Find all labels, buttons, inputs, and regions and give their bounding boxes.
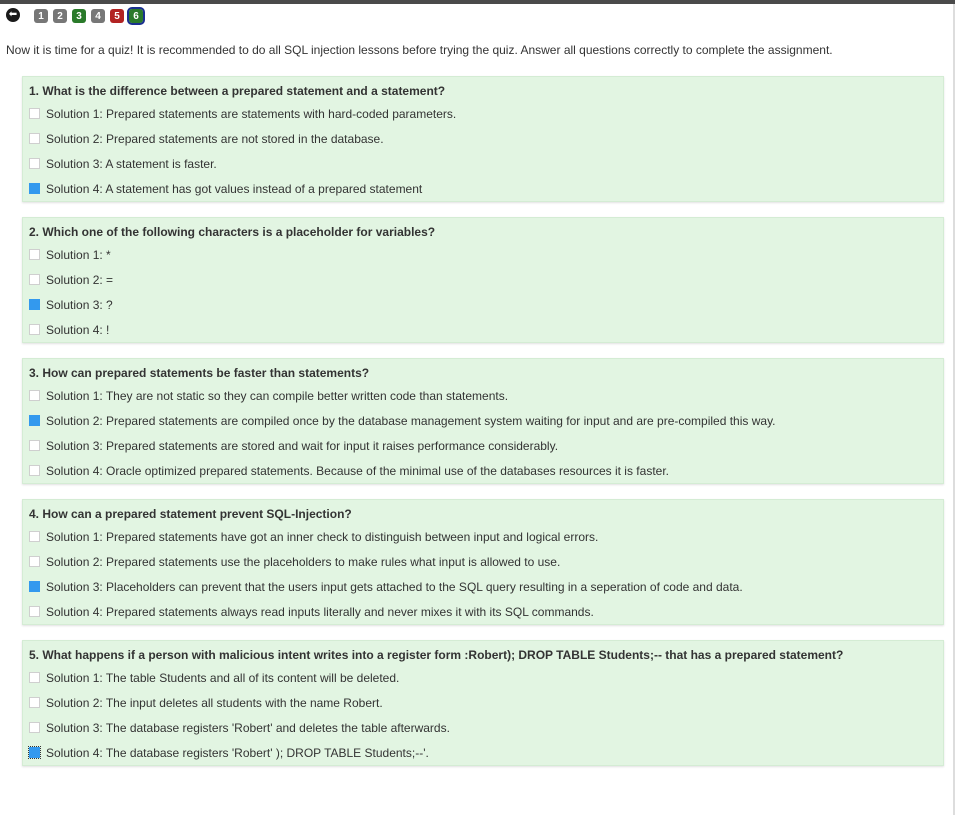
answer-option[interactable]: Solution 1: The table Students and all o… xyxy=(29,665,937,690)
quiz-form: 1. What is the difference between a prep… xyxy=(22,76,944,781)
answer-option[interactable]: Solution 3: ? xyxy=(29,292,937,317)
answer-label: Solution 3: ? xyxy=(46,297,113,312)
back-arrow-icon[interactable]: ⬅ xyxy=(6,8,20,22)
answer-option[interactable]: Solution 1: They are not static so they … xyxy=(29,383,937,408)
answer-label: Solution 2: Prepared statements use the … xyxy=(46,554,561,569)
answer-checkbox[interactable] xyxy=(29,324,40,335)
question-1: 1. What is the difference between a prep… xyxy=(22,76,944,202)
answer-label: Solution 1: Prepared statements have got… xyxy=(46,529,599,544)
answer-option[interactable]: Solution 3: Prepared statements are stor… xyxy=(29,433,937,458)
answer-label: Solution 4: The database registers 'Robe… xyxy=(46,745,429,760)
answer-option[interactable]: Solution 3: A statement is faster. xyxy=(29,151,937,176)
answer-checkbox[interactable] xyxy=(29,440,40,451)
page-button-2[interactable]: 2 xyxy=(53,9,67,23)
question-title: 2. Which one of the following characters… xyxy=(29,225,436,239)
answer-checkbox[interactable] xyxy=(28,746,41,759)
question-4: 4. How can a prepared statement prevent … xyxy=(22,499,944,625)
question-title: 4. How can a prepared statement prevent … xyxy=(29,507,352,521)
question-title: 5. What happens if a person with malicio… xyxy=(29,648,844,662)
page-button-3[interactable]: 3 xyxy=(72,9,86,23)
top-border xyxy=(0,0,955,4)
answer-label: Solution 4: Prepared statements always r… xyxy=(46,604,594,619)
answer-label: Solution 2: Prepared statements are comp… xyxy=(46,413,776,428)
answer-label: Solution 3: Placeholders can prevent tha… xyxy=(46,579,743,594)
answer-checkbox[interactable] xyxy=(29,249,40,260)
answer-checkbox[interactable] xyxy=(29,722,40,733)
question-title: 1. What is the difference between a prep… xyxy=(29,84,446,98)
answer-label: Solution 2: The input deletes all studen… xyxy=(46,695,383,710)
answer-checkbox[interactable] xyxy=(29,531,40,542)
answer-checkbox[interactable] xyxy=(29,465,40,476)
answer-checkbox[interactable] xyxy=(29,415,40,426)
page-button-4[interactable]: 4 xyxy=(91,9,105,23)
answer-option[interactable]: Solution 2: = xyxy=(29,267,937,292)
answer-option[interactable]: Solution 3: Placeholders can prevent tha… xyxy=(29,574,937,599)
answer-checkbox[interactable] xyxy=(29,556,40,567)
answer-label: Solution 1: * xyxy=(46,247,111,262)
answer-option[interactable]: Solution 4: Oracle optimized prepared st… xyxy=(29,458,937,483)
answer-option[interactable]: Solution 2: Prepared statements use the … xyxy=(29,549,937,574)
answer-option[interactable]: Solution 1: Prepared statements have got… xyxy=(29,524,937,549)
answer-checkbox[interactable] xyxy=(29,133,40,144)
answer-option[interactable]: Solution 4: ! xyxy=(29,317,937,342)
answer-label: Solution 4: Oracle optimized prepared st… xyxy=(46,463,669,478)
answer-checkbox[interactable] xyxy=(29,158,40,169)
question-3: 3. How can prepared statements be faster… xyxy=(22,358,944,484)
answer-checkbox[interactable] xyxy=(29,581,40,592)
answer-label: Solution 1: Prepared statements are stat… xyxy=(46,106,457,121)
answer-option[interactable]: Solution 3: The database registers 'Robe… xyxy=(29,715,937,740)
page-button-6[interactable]: 6 xyxy=(127,7,145,25)
answer-option[interactable]: Solution 4: The database registers 'Robe… xyxy=(28,740,937,765)
answer-option[interactable]: Solution 1: Prepared statements are stat… xyxy=(29,101,937,126)
answer-label: Solution 3: The database registers 'Robe… xyxy=(46,720,450,735)
answer-option[interactable]: Solution 1: * xyxy=(29,242,937,267)
answer-checkbox[interactable] xyxy=(29,606,40,617)
answer-option[interactable]: Solution 2: Prepared statements are comp… xyxy=(29,408,937,433)
answer-option[interactable]: Solution 4: Prepared statements always r… xyxy=(29,599,937,624)
answer-label: Solution 3: Prepared statements are stor… xyxy=(46,438,559,453)
page-button-1[interactable]: 1 xyxy=(34,9,48,23)
answer-checkbox[interactable] xyxy=(29,274,40,285)
answer-label: Solution 4: ! xyxy=(46,322,110,337)
answer-option[interactable]: Solution 2: Prepared statements are not … xyxy=(29,126,937,151)
answer-checkbox[interactable] xyxy=(29,183,40,194)
question-2: 2. Which one of the following characters… xyxy=(22,217,944,343)
answer-option[interactable]: Solution 4: A statement has got values i… xyxy=(29,176,937,201)
answer-label: Solution 2: = xyxy=(46,272,114,287)
answer-label: Solution 1: They are not static so they … xyxy=(46,388,509,403)
intro-text: Now it is time for a quiz! It is recomme… xyxy=(6,43,833,57)
question-5: 5. What happens if a person with malicio… xyxy=(22,640,944,766)
answer-checkbox[interactable] xyxy=(29,697,40,708)
answer-label: Solution 4: A statement has got values i… xyxy=(46,181,423,196)
answer-checkbox[interactable] xyxy=(29,108,40,119)
page-button-5[interactable]: 5 xyxy=(110,9,124,23)
answer-label: Solution 1: The table Students and all o… xyxy=(46,670,400,685)
question-title: 3. How can prepared statements be faster… xyxy=(29,366,370,380)
answer-label: Solution 2: Prepared statements are not … xyxy=(46,131,384,146)
answer-label: Solution 3: A statement is faster. xyxy=(46,156,217,171)
answer-checkbox[interactable] xyxy=(29,672,40,683)
answer-option[interactable]: Solution 2: The input deletes all studen… xyxy=(29,690,937,715)
answer-checkbox[interactable] xyxy=(29,390,40,401)
answer-checkbox[interactable] xyxy=(29,299,40,310)
